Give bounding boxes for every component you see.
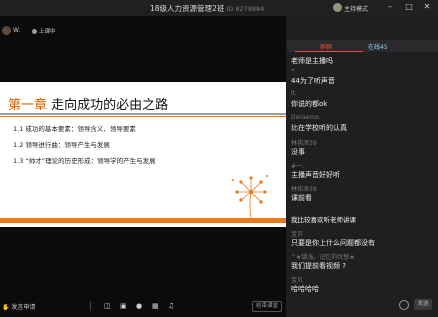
chat-message: 只要是你上什么问题都没有 — [291, 239, 375, 247]
presentation-slide: 第一章 走向成功的必由之路 1.1 成功的基本要素：领导含义、领导要素 1.2 … — [0, 82, 286, 227]
tab-online-users[interactable]: 在线45 — [368, 42, 388, 51]
slide-bullet: 1.1 成功的基本要素：领导含义、领导要素 — [13, 125, 136, 133]
chat-message: 课前看 — [291, 194, 312, 202]
slide-footer-bar — [0, 218, 286, 223]
maximize-icon[interactable]: □ — [404, 2, 414, 12]
teacher-name: W. — [13, 27, 21, 34]
chat-sender: ^★瑚浅。记忆的忧愁★ — [291, 254, 355, 261]
screen-share-icon[interactable]: ◫ — [104, 302, 111, 310]
slide-title-text: 走向成功的必由之路 — [51, 98, 169, 113]
chat-sender: • — [291, 67, 295, 74]
chat-sender: lt. — [291, 90, 297, 97]
chat-sender: 林伟添39 — [291, 140, 317, 147]
live-status: 上课中 — [32, 27, 56, 35]
slide-bullet: 1.2 领导进行曲：领导产生与发展 — [13, 141, 110, 149]
toolbar-divider — [90, 301, 91, 311]
teacher-avatar — [2, 26, 11, 35]
chat-sender: 宝贝 — [291, 231, 304, 238]
bottom-toolbar — [0, 297, 286, 317]
whiteboard-icon[interactable]: ▦ — [152, 302, 159, 310]
chat-message: 你说的都ok — [291, 100, 328, 108]
live-dot-icon — [32, 29, 37, 34]
active-tab-indicator — [295, 51, 363, 52]
tab-group-chat[interactable]: 群聊 — [320, 42, 332, 51]
emoji-icon[interactable] — [399, 300, 409, 310]
chat-sender: 宝贝 — [291, 277, 304, 284]
chat-sender: 林伟添39 — [291, 186, 317, 193]
chat-message: 主播声音好好听 — [291, 171, 340, 179]
slide-chapter: 第一章 — [8, 98, 48, 113]
slide-divider — [0, 113, 286, 115]
dandelion-icon — [232, 175, 268, 219]
music-icon[interactable]: ♫ — [168, 302, 174, 310]
window-title: 18级人力资源管理2班 ID 8278884 — [150, 4, 265, 13]
chat-message: 44为了听声音 — [291, 77, 335, 85]
chat-message: 比在学校听的认真 — [291, 124, 347, 132]
camera-icon[interactable]: ▣ — [120, 302, 127, 310]
minimize-icon[interactable]: – — [385, 2, 395, 12]
chat-message: 没事 — [291, 148, 305, 156]
microphone-icon[interactable]: ● — [136, 302, 142, 310]
close-icon[interactable]: ✕ — [422, 2, 432, 12]
chat-message: 老师是主播吗 — [291, 57, 333, 65]
slide-bullet: 1.3 “帅才”理论的历史形成：领导学的产生与发展 — [13, 157, 156, 165]
chat-sender: Doraemo. — [291, 114, 321, 121]
host-mode-label[interactable]: 主持模式 — [344, 4, 368, 13]
slide-title: 第一章 走向成功的必由之路 — [8, 94, 168, 113]
chat-sender: #一. — [291, 163, 304, 170]
chat-message: 我们提前看视频 ? — [291, 262, 346, 270]
chat-message: 我比较喜欢听老师讲课 — [291, 216, 356, 224]
host-avatar[interactable] — [333, 3, 342, 12]
meeting-id: ID 8278884 — [226, 5, 265, 13]
send-button[interactable]: 发送 — [414, 299, 432, 310]
slide-divider-accent — [0, 116, 286, 117]
chat-message: 哈哈哈哈 — [291, 285, 319, 293]
end-class-button[interactable]: 结束课堂 — [252, 301, 282, 312]
raise-hand-button[interactable]: ✋ 发言申请 — [2, 302, 35, 311]
